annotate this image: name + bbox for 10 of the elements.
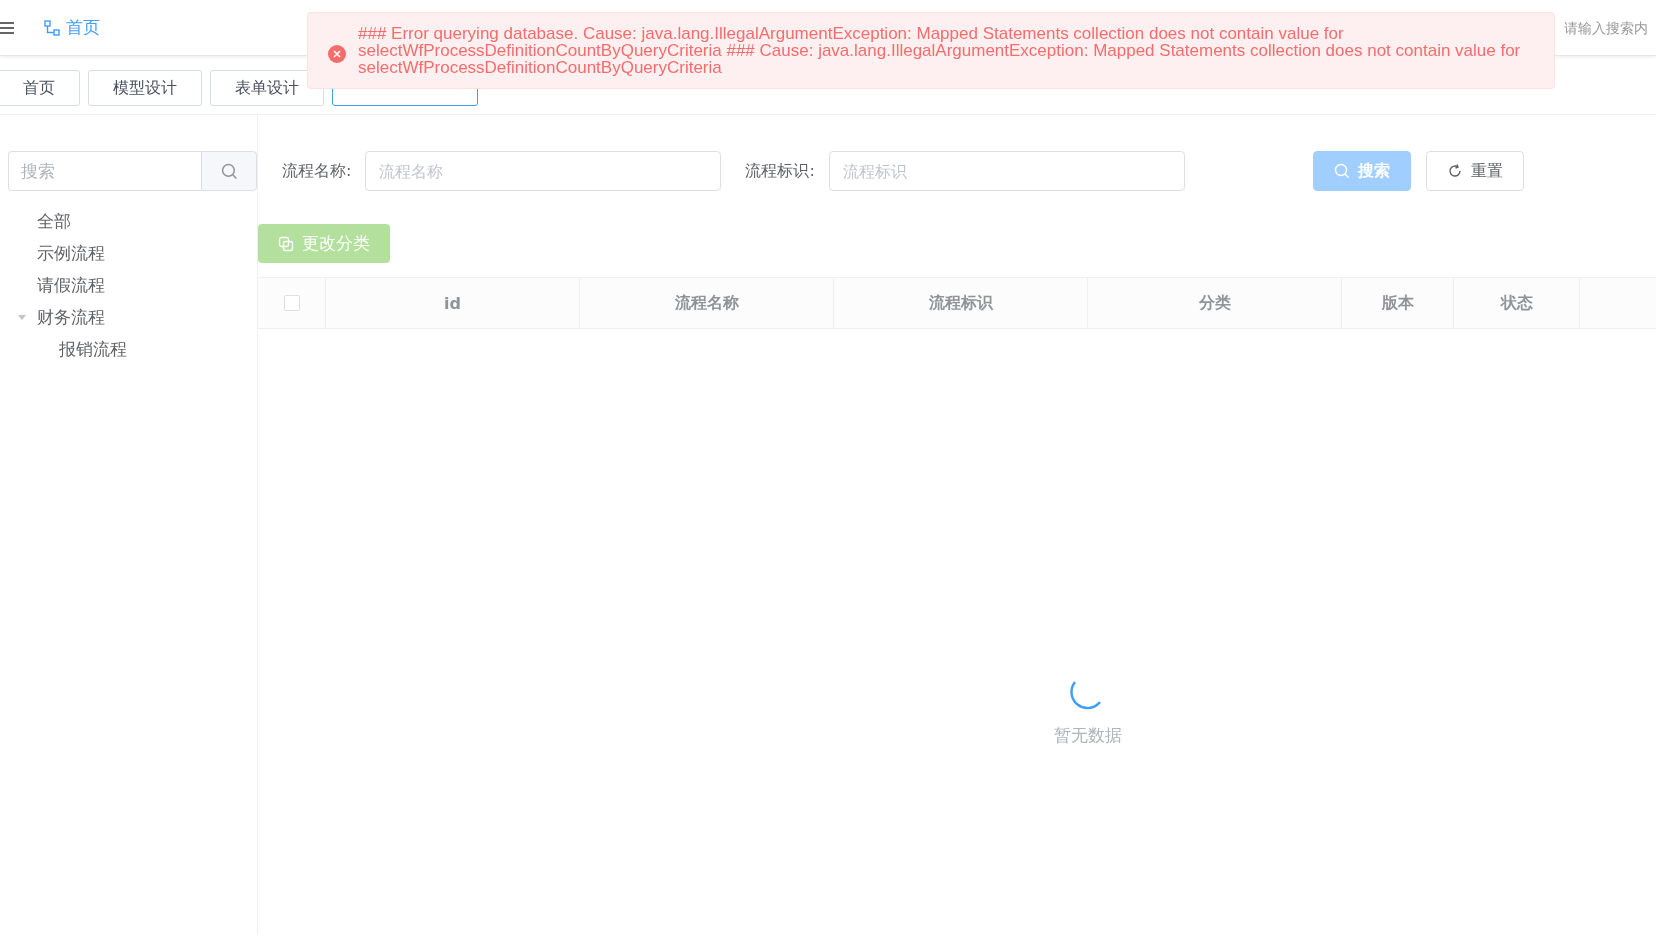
column-header: id xyxy=(326,278,580,328)
field-label: 流程名称: xyxy=(282,160,352,182)
column-header: 分类 xyxy=(1088,278,1342,328)
column-header: 版本 xyxy=(1342,278,1454,328)
error-toast: ### Error querying database. Cause: java.lang.IllegalArgumentException: Mapped Statements collection does not contain value for selectWfProcessDefinitionCountByQueryCriteria ### Cause: java.lang.IllegalArgumentException: Mapped Statements collection does not contain value for selectWfProcessDefinitionCountByQueryCriteria xyxy=(307,12,1555,89)
column-header: 流程标识 xyxy=(834,278,1088,328)
empty-text: 暂无数据 xyxy=(1054,724,1122,747)
column-header: 流程名称 xyxy=(580,278,834,328)
field-label: 流程标识: xyxy=(745,160,815,182)
column-header: 状态 xyxy=(1454,278,1580,328)
